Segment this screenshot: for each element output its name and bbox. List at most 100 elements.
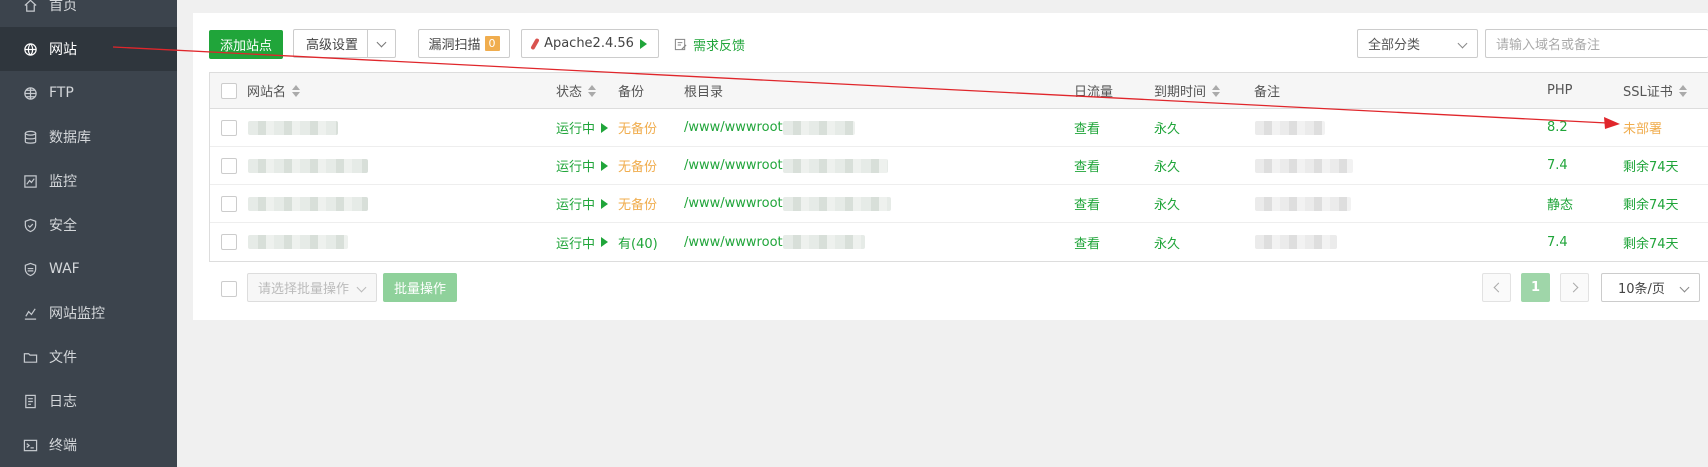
vuln-scan-button[interactable]: 漏洞扫描 0 — [418, 29, 510, 58]
backup-status[interactable]: 有(40) — [618, 223, 658, 261]
chevron-down-icon — [376, 37, 387, 47]
root-path[interactable]: /www/wwwroot — [684, 109, 855, 146]
sort-icon — [292, 84, 301, 97]
remark-redacted[interactable] — [1255, 223, 1337, 261]
batch-action-placeholder: 请选择批量操作 — [258, 282, 350, 297]
php-version[interactable]: 7.4 — [1547, 223, 1568, 261]
remark-redacted[interactable] — [1255, 109, 1325, 146]
remark-redacted[interactable] — [1255, 185, 1351, 222]
feedback-link[interactable]: 需求反馈 — [674, 35, 745, 54]
chevron-down-icon — [356, 282, 367, 293]
root-path[interactable]: /www/wwwroot — [684, 223, 865, 261]
footer-select-all-checkbox[interactable] — [221, 281, 237, 297]
expire-date[interactable]: 永久 — [1154, 185, 1180, 222]
page-size-value: 10条/页 — [1618, 282, 1665, 297]
select-all-checkbox[interactable] — [221, 82, 237, 99]
header-expire[interactable]: 到期时间 — [1154, 73, 1221, 108]
sidebar: 首页 网站 FTP 数据库 监控 安全 WAF 网站监控 文件 日志 终端 — [0, 0, 177, 467]
search-input[interactable]: 请输入域名或备注 — [1485, 29, 1708, 58]
advanced-dropdown-toggle[interactable] — [367, 30, 395, 57]
ftp-globe-icon — [22, 85, 38, 101]
root-path[interactable]: /www/wwwroot — [684, 185, 891, 222]
batch-action-select[interactable]: 请选择批量操作 — [247, 273, 377, 302]
batch-action-button[interactable]: 批量操作 — [383, 273, 457, 302]
sidebar-item-ftp[interactable]: FTP — [0, 71, 177, 115]
page-1-button[interactable]: 1 — [1521, 273, 1550, 302]
site-name-redacted[interactable] — [248, 109, 338, 146]
expire-date[interactable]: 永久 — [1154, 109, 1180, 146]
traffic-view-link[interactable]: 查看 — [1074, 109, 1100, 146]
php-version[interactable]: 7.4 — [1547, 147, 1568, 184]
apache-service-button[interactable]: Apache2.4.56 — [521, 29, 659, 58]
site-table: 网站名 状态 备份 根目录 日流量 到期时间 备注 PHP SSL证书 运行中 … — [209, 72, 1708, 262]
row-checkbox[interactable] — [221, 119, 237, 136]
row-checkbox[interactable] — [221, 157, 237, 174]
sidebar-item-database[interactable]: 数据库 — [0, 115, 177, 159]
shield-icon — [22, 217, 38, 233]
site-name-redacted[interactable] — [248, 185, 368, 222]
header-traffic: 日流量 — [1074, 85, 1114, 100]
sidebar-item-site-monitor[interactable]: 网站监控 — [0, 291, 177, 335]
header-php: PHP — [1547, 83, 1573, 98]
chevron-down-icon — [1679, 282, 1690, 293]
sidebar-item-website[interactable]: 网站 — [0, 27, 177, 71]
sort-icon — [588, 84, 597, 97]
header-site-name[interactable]: 网站名 — [247, 73, 301, 108]
ssl-status[interactable]: 剩余74天 — [1623, 147, 1679, 184]
traffic-view-link[interactable]: 查看 — [1074, 147, 1100, 184]
sort-icon — [1678, 84, 1687, 97]
chevron-down-icon — [1457, 38, 1468, 49]
play-icon — [639, 38, 647, 49]
sidebar-item-label: 文件 — [49, 350, 77, 366]
prev-page-button[interactable] — [1482, 273, 1511, 302]
status-running[interactable]: 运行中 — [556, 109, 609, 146]
sidebar-item-home[interactable]: 首页 — [0, 0, 177, 27]
folder-icon — [22, 349, 38, 365]
root-path[interactable]: /www/wwwroot — [684, 147, 888, 184]
add-site-button[interactable]: 添加站点 — [209, 30, 283, 59]
table-row: 运行中 无备份 /www/wwwroot 查看 永久 8.2 未部署 — [210, 109, 1708, 147]
row-checkbox[interactable] — [221, 195, 237, 212]
play-icon — [601, 122, 609, 133]
sidebar-item-label: 网站监控 — [49, 306, 105, 322]
php-version[interactable]: 8.2 — [1547, 109, 1568, 146]
next-page-button[interactable] — [1560, 273, 1589, 302]
sidebar-item-security[interactable]: 安全 — [0, 203, 177, 247]
expire-date[interactable]: 永久 — [1154, 223, 1180, 261]
header-ssl[interactable]: SSL证书 — [1623, 73, 1687, 108]
globe-icon — [22, 41, 38, 57]
site-name-redacted[interactable] — [248, 147, 368, 184]
backup-status[interactable]: 无备份 — [618, 147, 657, 184]
ssl-status[interactable]: 未部署 — [1623, 109, 1662, 146]
ssl-status[interactable]: 剩余74天 — [1623, 185, 1679, 222]
php-version[interactable]: 静态 — [1547, 185, 1573, 222]
sidebar-item-monitor[interactable]: 监控 — [0, 159, 177, 203]
ssl-status[interactable]: 剩余74天 — [1623, 223, 1679, 261]
sidebar-item-waf[interactable]: WAF — [0, 247, 177, 291]
page-size-select[interactable]: 10条/页 — [1601, 273, 1700, 302]
category-select[interactable]: 全部分类 — [1357, 29, 1478, 58]
advanced-settings-label: 高级设置 — [306, 38, 359, 53]
log-icon — [22, 393, 38, 409]
remark-redacted[interactable] — [1255, 147, 1353, 184]
header-status[interactable]: 状态 — [556, 73, 597, 108]
row-checkbox[interactable] — [221, 234, 237, 250]
expire-date[interactable]: 永久 — [1154, 147, 1180, 184]
traffic-view-link[interactable]: 查看 — [1074, 223, 1100, 261]
home-icon — [22, 0, 38, 13]
sidebar-item-files[interactable]: 文件 — [0, 335, 177, 379]
sidebar-item-terminal[interactable]: 终端 — [0, 423, 177, 467]
site-name-redacted[interactable] — [248, 223, 348, 261]
backup-status[interactable]: 无备份 — [618, 185, 657, 222]
status-running[interactable]: 运行中 — [556, 223, 609, 261]
status-running[interactable]: 运行中 — [556, 185, 609, 222]
advanced-settings-button[interactable]: 高级设置 — [293, 29, 396, 58]
category-value: 全部分类 — [1368, 38, 1421, 53]
site-list-panel: 添加站点 高级设置 漏洞扫描 0 Apache2.4.56 需求反馈 全部分类 … — [193, 13, 1708, 320]
traffic-view-link[interactable]: 查看 — [1074, 185, 1100, 222]
sidebar-item-label: 监控 — [49, 174, 77, 190]
backup-status[interactable]: 无备份 — [618, 109, 657, 146]
sidebar-item-logs[interactable]: 日志 — [0, 379, 177, 423]
table-row: 运行中 无备份 /www/wwwroot 查看 永久 静态 剩余74天 — [210, 185, 1708, 223]
status-running[interactable]: 运行中 — [556, 147, 609, 184]
